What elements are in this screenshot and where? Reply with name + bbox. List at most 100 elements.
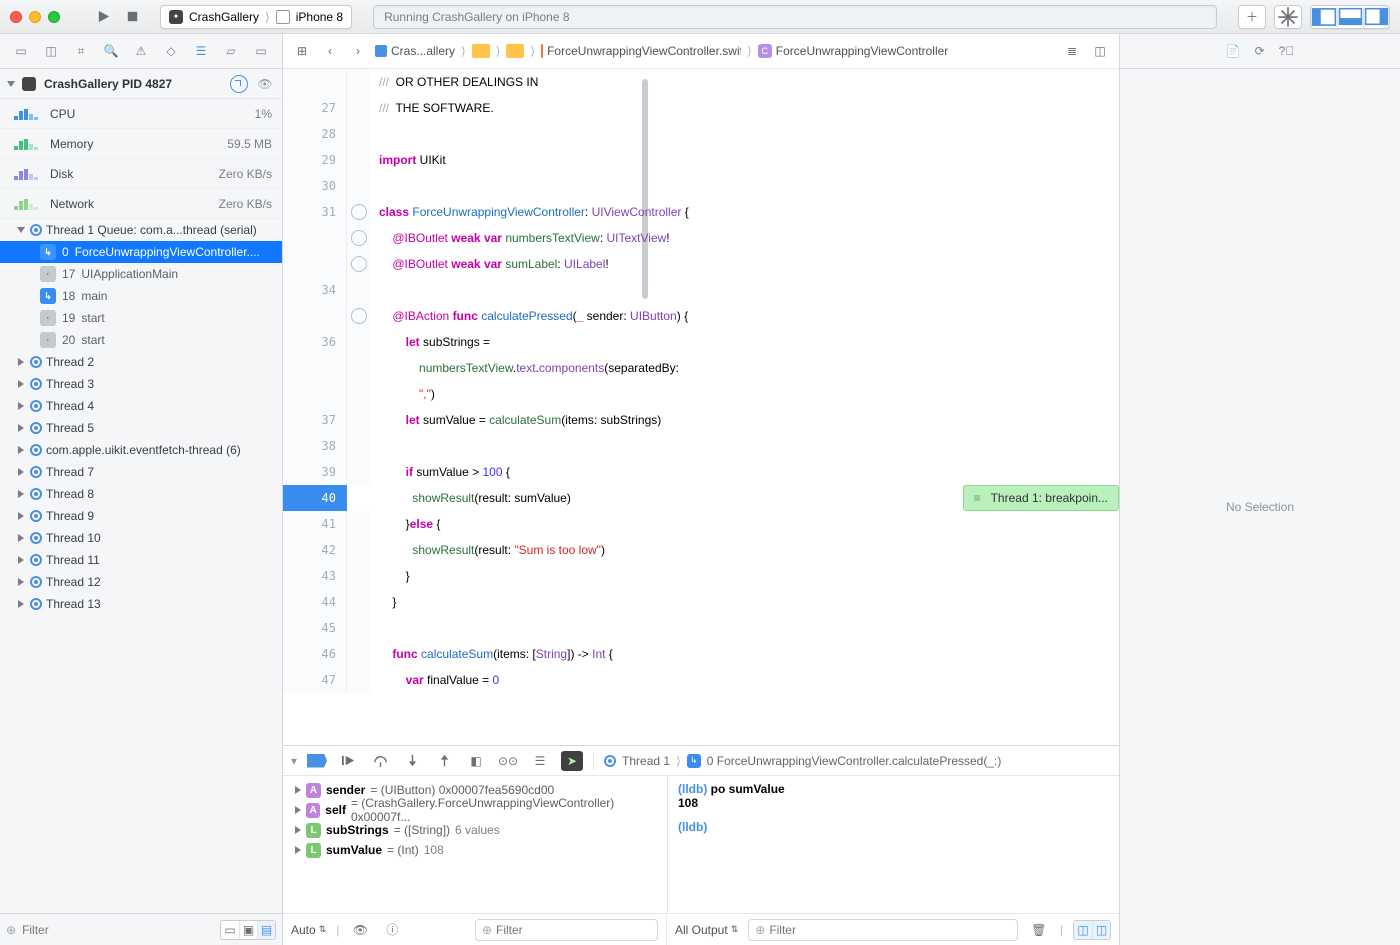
jump-project[interactable]: Cras...allery [375, 44, 455, 58]
quicklook-icon[interactable]: 👁 [349, 919, 371, 941]
navigator-filter-input[interactable] [22, 923, 214, 937]
forward-button[interactable]: › [347, 40, 369, 62]
find-tab[interactable]: 🔍 [101, 41, 121, 61]
app-icon [22, 77, 36, 91]
variables-filter-input[interactable] [496, 923, 651, 937]
stack-frame[interactable]: ·20 start [0, 329, 282, 351]
navigator-filter: ⊕ ▭ ▣ ▤ [0, 913, 282, 945]
source-editor[interactable]: /// OR OTHER DEALINGS IN27/// THE SOFTWA… [283, 69, 1119, 745]
minimize-window-button[interactable] [29, 11, 41, 23]
thread-icon [604, 755, 616, 767]
variables-scope-popup[interactable]: Auto ⇅ [291, 923, 326, 937]
stop-button[interactable] [121, 6, 143, 28]
filter-seg-1[interactable]: ▭ [221, 921, 239, 939]
breakpoint-tab[interactable]: ▱ [221, 41, 241, 61]
console-filter[interactable]: ⊕ [748, 919, 1018, 941]
breakpoint-toggle-icon[interactable] [307, 754, 327, 768]
gauge-memory[interactable]: Memory59.5 MB [0, 129, 282, 159]
view-options-icon[interactable]: 👁 [256, 75, 274, 93]
step-into-button[interactable] [401, 750, 423, 772]
quick-help-tab[interactable]: ?⃝ [1279, 44, 1295, 58]
issue-tab[interactable]: ⚠ [131, 41, 151, 61]
adjust-editor-icon[interactable]: ◫ [1089, 40, 1111, 62]
toggle-debug-area-button[interactable] [1337, 6, 1363, 28]
thread-row[interactable]: Thread 11 [0, 549, 282, 571]
show-variables-toggle[interactable]: ◫ [1074, 921, 1092, 939]
variables-view[interactable]: Asender = (UIButton) 0x00007fea5690cd00A… [283, 776, 668, 913]
gauge-cpu[interactable]: CPU1% [0, 99, 282, 129]
filter-seg-3[interactable]: ▤ [257, 921, 275, 939]
stack-frame[interactable]: ·17 UIApplicationMain [0, 263, 282, 285]
thread-row[interactable]: Thread 4 [0, 395, 282, 417]
thread-icon [30, 224, 42, 236]
close-window-button[interactable] [10, 11, 22, 23]
debug-view-hierarchy-button[interactable]: ◧ [465, 750, 487, 772]
console-scope-popup[interactable]: All Output ⇅ [675, 923, 738, 937]
gauge-network[interactable]: NetworkZero KB/s [0, 189, 282, 219]
stack-frame[interactable]: ↳0 ForceUnwrappingViewController.... [0, 241, 282, 263]
clear-console-icon[interactable]: 🗑 [1028, 919, 1050, 941]
thread-row[interactable]: com.apple.uikit.eventfetch-thread (6) [0, 439, 282, 461]
variable-row[interactable]: LsumValue = (Int) 108 [289, 840, 661, 860]
variable-row[interactable]: Aself = (CrashGallery.ForceUnwrappingVie… [289, 800, 661, 820]
add-editor-button[interactable]: ＋ [1239, 6, 1265, 28]
report-tab[interactable]: ▭ [251, 41, 271, 61]
breakpoint-callout[interactable]: ≡Thread 1: breakpoin... [963, 485, 1119, 511]
thread-row[interactable]: Thread 8 [0, 483, 282, 505]
thread-row[interactable]: Thread 7 [0, 461, 282, 483]
device-icon [276, 10, 290, 24]
debug-thread-crumb[interactable]: Thread 1 [622, 754, 670, 768]
thread-row[interactable]: Thread 9 [0, 505, 282, 527]
pause-resume-icon[interactable] [230, 75, 248, 93]
navigator: ▭ ◫ ⌗ 🔍 ⚠ ◇ ☰ ▱ ▭ CrashGallery PID 4827 … [0, 34, 283, 945]
thread-row[interactable]: Thread 10 [0, 527, 282, 549]
thread-row[interactable]: Thread 1 Queue: com.a...thread (serial) [0, 219, 282, 241]
toggle-navigator-button[interactable] [1311, 6, 1337, 28]
back-button[interactable]: ‹ [319, 40, 341, 62]
jump-symbol[interactable]: CForceUnwrappingViewController [758, 44, 949, 58]
editor-area: ⊞ ‹ › Cras...allery ⟩ ⟩ ⟩ ForceUnwrappin… [283, 34, 1120, 945]
step-out-button[interactable] [433, 750, 455, 772]
thread-row[interactable]: Thread 3 [0, 373, 282, 395]
history-inspector-tab[interactable]: ⟳ [1255, 44, 1265, 58]
stack-frame[interactable]: ↳18 main [0, 285, 282, 307]
variables-filter[interactable]: ⊕ [475, 919, 658, 941]
console-view[interactable]: (lldb) po sumValue 108 (lldb) [668, 776, 1119, 913]
filter-seg-2[interactable]: ▣ [239, 921, 257, 939]
debug-bar: ▾ ◧ ⊙⊙ ☰ ➤ Thread 1 ⟩ ↳ 0 ForceUnwrappin… [283, 746, 1119, 776]
jump-file[interactable]: ForceUnwrappingViewController.swift [541, 44, 741, 58]
toggle-inspector-button[interactable] [1363, 6, 1389, 28]
thread-row[interactable]: Thread 12 [0, 571, 282, 593]
project-navigator-tab[interactable]: ▭ [11, 41, 31, 61]
step-over-button[interactable] [369, 750, 391, 772]
zoom-window-button[interactable] [48, 11, 60, 23]
library-button[interactable] [1275, 6, 1301, 28]
debug-navigator-tab[interactable]: ☰ [191, 41, 211, 61]
activity-viewer: Running CrashGallery on iPhone 8 [373, 5, 1217, 29]
folder-icon[interactable] [472, 44, 490, 58]
info-icon[interactable]: ⓘ [381, 919, 403, 941]
run-button[interactable] [92, 6, 114, 28]
thread-row[interactable]: Thread 13 [0, 593, 282, 615]
simulate-location-button[interactable]: ➤ [561, 751, 583, 771]
console-filter-input[interactable] [769, 923, 1011, 937]
stack-frame[interactable]: ·19 start [0, 307, 282, 329]
debug-frame-crumb[interactable]: 0 ForceUnwrappingViewController.calculat… [707, 754, 1002, 768]
scheme-selector[interactable]: ✦ CrashGallery ⟩ iPhone 8 [160, 5, 352, 29]
process-header[interactable]: CrashGallery PID 4827 👁 [0, 69, 282, 99]
related-files-icon[interactable]: ⊞ [291, 40, 313, 62]
thread-row[interactable]: Thread 2 [0, 351, 282, 373]
continue-button[interactable] [337, 750, 359, 772]
symbol-tab[interactable]: ⌗ [71, 41, 91, 61]
source-control-tab[interactable]: ◫ [41, 41, 61, 61]
memory-graph-button[interactable]: ⊙⊙ [497, 750, 519, 772]
show-console-toggle[interactable]: ◫ [1092, 921, 1110, 939]
thread-row[interactable]: Thread 5 [0, 417, 282, 439]
folder-icon[interactable] [506, 44, 524, 58]
file-inspector-tab[interactable]: 📄 [1226, 44, 1241, 58]
environment-overrides-button[interactable]: ☰ [529, 750, 551, 772]
gauge-disk[interactable]: DiskZero KB/s [0, 159, 282, 189]
minimap-toggle-icon[interactable]: ≣ [1061, 40, 1083, 62]
hide-debug-icon[interactable]: ▾ [291, 754, 297, 768]
test-tab[interactable]: ◇ [161, 41, 181, 61]
